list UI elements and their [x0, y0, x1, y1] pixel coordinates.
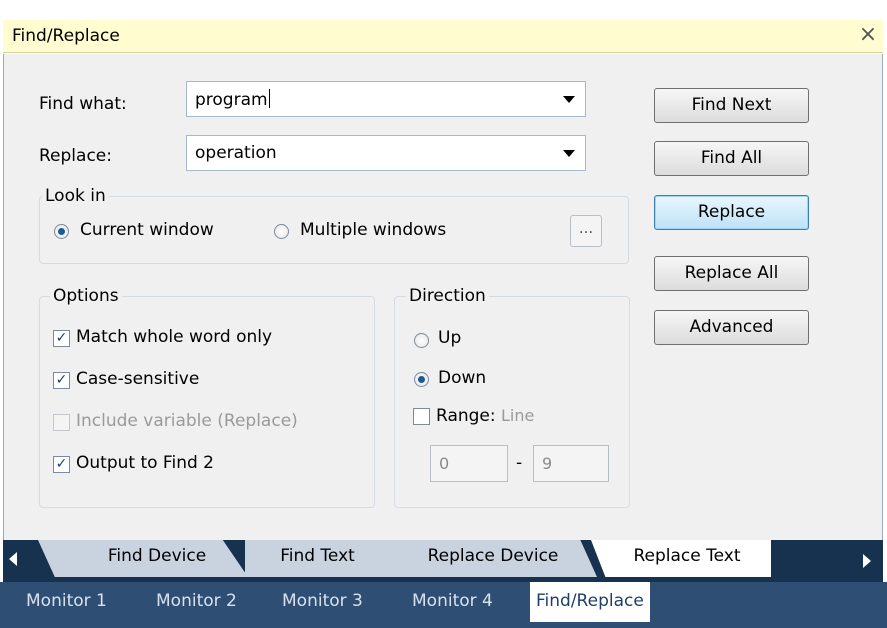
range-label: Range:	[436, 406, 496, 426]
tab-find-text-label: Find Text	[280, 546, 355, 566]
monitor-tab-3[interactable]: Monitor 3	[276, 582, 369, 622]
options-title: Options	[50, 286, 122, 306]
output-to-find2-label[interactable]: Output to Find 2	[76, 453, 214, 473]
case-sensitive-checkbox[interactable]: ✓	[53, 372, 70, 389]
monitor-tab-1[interactable]: Monitor 1	[20, 582, 113, 622]
title-bar-area: Find/Replace ×	[0, 0, 887, 58]
close-icon[interactable]: ×	[855, 22, 881, 48]
direction-down-radio[interactable]	[414, 372, 429, 387]
tab-find-device-label: Find Device	[107, 546, 207, 566]
monitor-tab-find-replace[interactable]: Find/Replace	[530, 582, 650, 622]
title-bar[interactable]: Find/Replace ×	[3, 20, 883, 53]
replace-all-button[interactable]: Replace All	[654, 256, 809, 291]
range-unit: Line	[501, 406, 535, 425]
replace-button[interactable]: Replace	[654, 195, 809, 230]
find-what-value: program	[195, 89, 270, 110]
tab-find-text[interactable]: Find Text	[245, 540, 390, 577]
monitor-tab-2[interactable]: Monitor 2	[150, 582, 243, 622]
direction-down-label[interactable]: Down	[438, 368, 486, 388]
current-window-radio[interactable]	[54, 224, 69, 239]
look-in-title: Look in	[42, 186, 109, 206]
direction-up-radio[interactable]	[414, 333, 429, 348]
tab-scroll-right-icon[interactable]	[863, 554, 871, 568]
range-separator: -	[516, 453, 523, 473]
match-whole-word-checkbox[interactable]: ✓	[53, 330, 70, 347]
monitor-tab-4[interactable]: Monitor 4	[406, 582, 499, 622]
tab-replace-device-label: Replace Device	[427, 546, 559, 566]
find-what-label: Find what:	[39, 94, 127, 114]
find-next-button[interactable]: Find Next	[654, 88, 809, 123]
tab-replace-text[interactable]: Replace Text	[591, 540, 771, 577]
monitor-tab-bar: Monitor 1 Monitor 2 Monitor 3 Monitor 4 …	[0, 582, 887, 628]
range-to-field: 9	[533, 445, 609, 482]
replace-label: Replace:	[39, 146, 112, 166]
replace-value: operation	[195, 143, 277, 163]
range-from-field: 0	[430, 445, 508, 482]
tab-replace-text-label: Replace Text	[633, 546, 741, 566]
include-variable-checkbox	[53, 414, 70, 431]
find-replace-dialog: Find what: program Replace: operation Lo…	[3, 54, 883, 540]
direction-title: Direction	[406, 286, 489, 306]
case-sensitive-label[interactable]: Case-sensitive	[76, 369, 199, 389]
tab-strip: Find Device Find Text Replace Device Rep…	[3, 540, 883, 582]
range-label-wrap[interactable]: Range: Line	[436, 406, 534, 426]
tab-scroll-left-icon[interactable]	[9, 552, 17, 566]
window-title: Find/Replace	[12, 26, 120, 46]
include-variable-label: Include variable (Replace)	[76, 411, 298, 431]
find-what-combobox[interactable]: program	[186, 81, 586, 117]
browse-windows-button[interactable]: ...	[570, 215, 602, 247]
advanced-button[interactable]: Advanced	[654, 310, 809, 345]
match-whole-word-label[interactable]: Match whole word only	[76, 327, 272, 347]
find-what-dropdown-icon[interactable]	[563, 96, 575, 103]
multiple-windows-label[interactable]: Multiple windows	[300, 220, 446, 240]
output-to-find2-checkbox[interactable]: ✓	[53, 456, 70, 473]
tab-find-device[interactable]: Find Device	[38, 540, 248, 577]
replace-dropdown-icon[interactable]	[563, 150, 575, 157]
multiple-windows-radio[interactable]	[274, 224, 289, 239]
direction-up-label[interactable]: Up	[438, 328, 461, 348]
current-window-label[interactable]: Current window	[80, 220, 214, 240]
find-all-button[interactable]: Find All	[654, 141, 809, 176]
tab-replace-device[interactable]: Replace Device	[389, 540, 597, 577]
replace-combobox[interactable]: operation	[186, 135, 586, 171]
range-checkbox[interactable]	[413, 408, 430, 425]
